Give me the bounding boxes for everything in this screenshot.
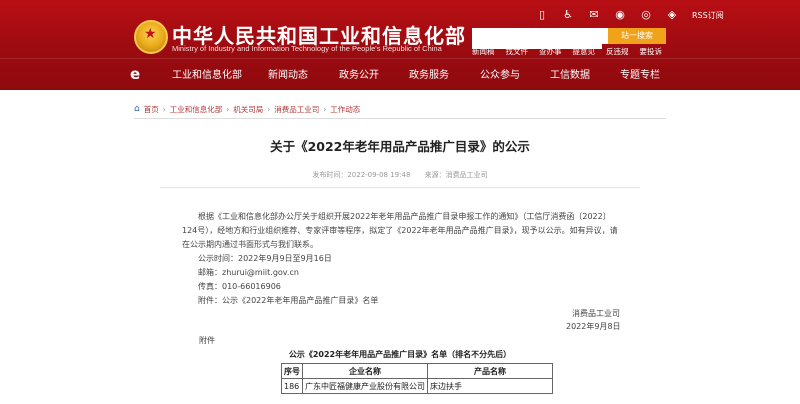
quick-link-docs[interactable]: 找文件 — [506, 46, 529, 57]
search-button[interactable]: 站一搜索 — [608, 28, 666, 44]
article-paragraph: 根据《工业和信息化部办公厅关于组织开展2022年老年用品产品推广目录申报工作的通… — [182, 212, 618, 249]
publicity-period: 公示时间：2022年9月9日至9月16日 — [198, 254, 332, 263]
site-header: ★ 中华人民共和国工业和信息化部 Ministry of Industry an… — [0, 0, 800, 90]
article-title: 关于《2022年老年用品产品推广目录》的公示 — [270, 139, 530, 154]
table-cell-company: 广东中匠福健康产业股份有限公司 — [302, 378, 428, 394]
national-emblem-icon: ★ — [134, 20, 168, 54]
search-box: 站一搜索 — [472, 28, 666, 49]
divider — [134, 118, 666, 119]
site-subtitle: Ministry of Industry and Information Tec… — [172, 44, 442, 53]
quick-link-feedback[interactable]: 提意见 — [573, 46, 596, 57]
table-header-row: 序号 企业名称 产品名称 — [281, 363, 553, 379]
contact-fax: 传真：010-66016906 — [198, 282, 281, 291]
nav-item-participation[interactable]: 公众参与 — [480, 66, 520, 81]
wechat-icon[interactable]: ◎ — [640, 9, 652, 21]
breadcrumb-separator: › — [323, 104, 327, 114]
nav-item-open-government[interactable]: 政务公开 — [339, 66, 379, 81]
nav-item-services[interactable]: 政务服务 — [409, 66, 449, 81]
nav-item-topics[interactable]: 专题专栏 — [620, 66, 660, 81]
breadcrumb-consumer-goods[interactable]: 消费品工业司 — [274, 104, 319, 115]
email-icon[interactable]: ✉ — [588, 9, 600, 21]
breadcrumb-work-news[interactable]: 工作动态 — [330, 104, 360, 115]
breadcrumb-separator: › — [267, 104, 271, 114]
weibo-icon[interactable]: ◉ — [614, 9, 626, 21]
column-header-no: 序号 — [281, 363, 303, 379]
breadcrumb-separator: › — [162, 104, 166, 114]
article-source: 来源：消费品工业司 — [424, 171, 488, 179]
breadcrumb-home[interactable]: 首页 — [144, 104, 159, 115]
quick-link-news[interactable]: 新闻稿 — [472, 46, 495, 57]
article-body: 根据《工业和信息化部办公厅关于组织开展2022年老年用品产品推广目录申报工作的通… — [182, 210, 620, 308]
nav-item-news[interactable]: 新闻动态 — [268, 66, 308, 81]
utility-bar: ▯ ♿ ✉ ◉ ◎ ◈ RSS订阅 — [536, 8, 724, 22]
contact-email: 邮箱：zhurui@miit.gov.cn — [198, 268, 299, 277]
table-row: 186 广东中匠福健康产业股份有限公司 床边扶手 — [281, 378, 553, 394]
breadcrumb-separator: › — [226, 104, 230, 114]
table-cell-no: 186 — [281, 378, 303, 394]
nav-item-ministry[interactable]: 工业和信息化部 — [172, 66, 242, 81]
signature-date: 2022年9月8日 — [566, 322, 621, 331]
breadcrumb: ⌂ 首页 › 工业和信息化部 › 机关司局 › 消费品工业司 › 工作动态 — [134, 102, 360, 116]
quick-link-services[interactable]: 查办事 — [539, 46, 562, 57]
divider — [160, 187, 640, 188]
nav-item-data[interactable]: 工信数据 — [550, 66, 590, 81]
quick-link-report[interactable]: 反违规 — [606, 46, 629, 57]
mobile-icon[interactable]: ▯ — [536, 9, 548, 21]
breadcrumb-departments[interactable]: 机关司局 — [233, 104, 263, 115]
article-meta: 发布时间：2022-09-08 19:48 来源：消费品工业司 — [0, 170, 800, 180]
column-header-company: 企业名称 — [302, 363, 428, 379]
signature-org: 消费品工业司 — [572, 309, 620, 318]
product-table: 序号 企业名称 产品名称 186 广东中匠福健康产业股份有限公司 床边扶手 — [281, 363, 553, 394]
table-caption: 公示《2022年老年用品产品推广目录》名单（排名不分先后） — [288, 350, 512, 359]
rss-icon[interactable]: ◈ — [666, 9, 678, 21]
home-icon: ⌂ — [134, 104, 140, 114]
quick-link-complaint[interactable]: 要投诉 — [640, 46, 663, 57]
publish-time: 发布时间：2022-09-08 19:48 — [312, 171, 411, 179]
breadcrumb-ministry[interactable]: 工业和信息化部 — [170, 104, 223, 115]
quick-links: 新闻稿 找文件 查办事 提意见 反违规 要投诉 — [472, 46, 662, 57]
accessibility-icon[interactable]: ♿ — [562, 9, 574, 21]
table-cell-product: 床边扶手 — [427, 378, 553, 394]
attachment-label: 附件 — [199, 336, 215, 345]
home-logo-icon[interactable]: e — [130, 65, 148, 83]
column-header-product: 产品名称 — [427, 363, 553, 379]
rss-link[interactable]: RSS订阅 — [692, 10, 724, 21]
attachment-note: 附件：公示《2022年老年用品产品推广目录》名单 — [198, 296, 379, 305]
